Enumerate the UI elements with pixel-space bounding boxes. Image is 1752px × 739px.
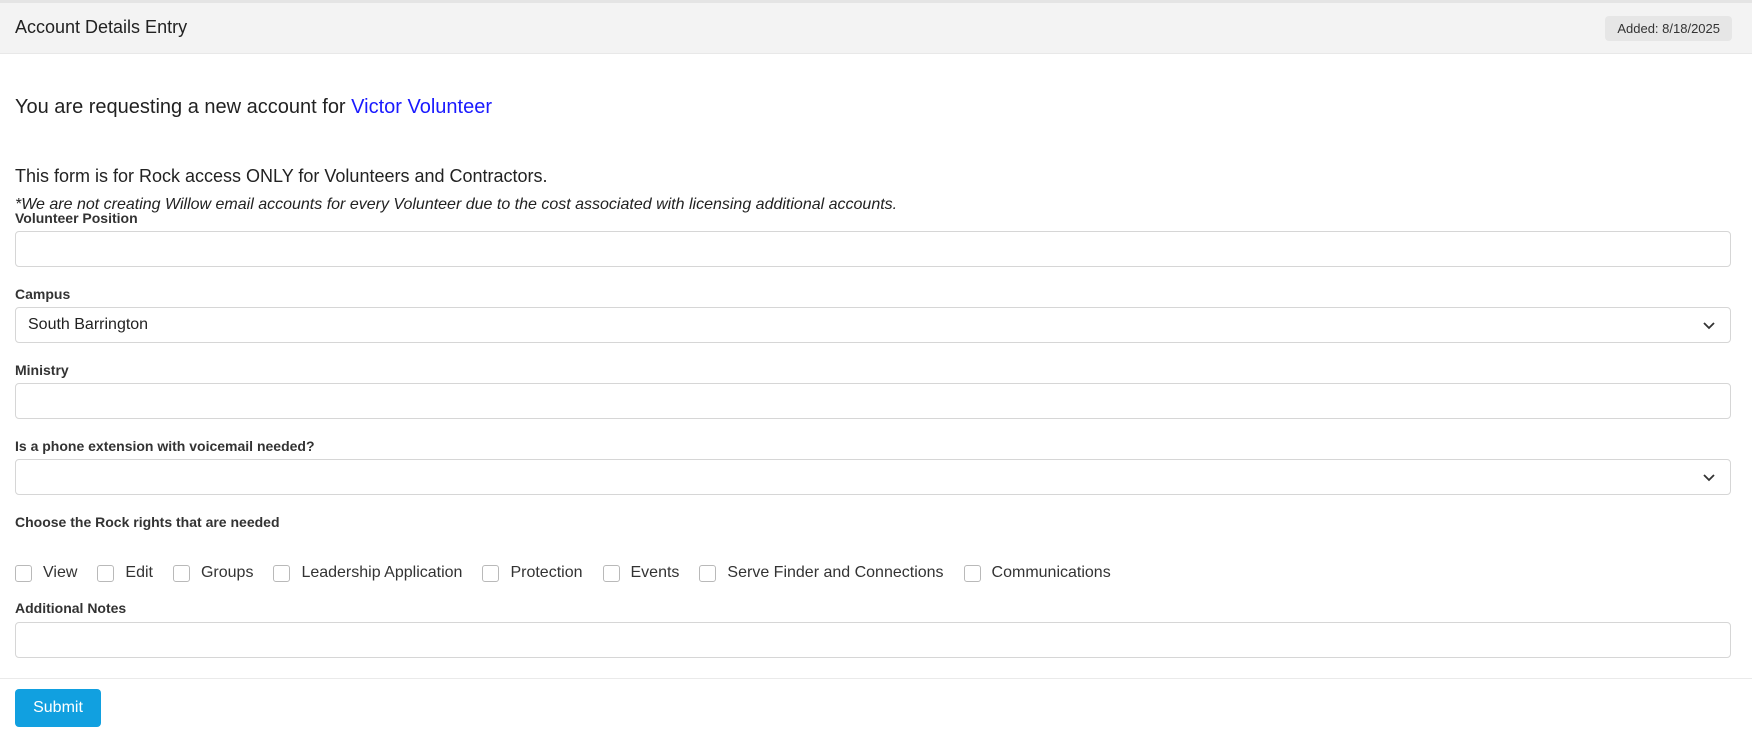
rights-communications-label: Communications xyxy=(991,564,1111,581)
campus-label: Campus xyxy=(15,286,71,302)
campus-select[interactable]: South Barrington xyxy=(15,307,1731,343)
rights-protection-checkbox[interactable] xyxy=(482,564,500,582)
phone-extension-select[interactable] xyxy=(15,459,1731,495)
volunteer-position-input[interactable] xyxy=(15,231,1731,267)
rights-events-label: Events xyxy=(630,564,680,581)
phone-extension-label: Is a phone extension with voicemail need… xyxy=(15,438,315,454)
email-account-note: *We are not creating Willow email accoun… xyxy=(15,196,898,213)
access-notice: This form is for Rock access ONLY for Vo… xyxy=(15,166,548,186)
ministry-label: Ministry xyxy=(15,362,69,378)
rights-option-edit[interactable]: Edit xyxy=(97,564,153,582)
panel-header: Account Details Entry Added: 8/18/2025 xyxy=(0,3,1752,54)
rights-option-communications[interactable]: Communications xyxy=(963,564,1111,582)
rights-groups-label: Groups xyxy=(200,564,254,581)
rights-communications-checkbox[interactable] xyxy=(963,564,981,582)
rights-edit-checkbox[interactable] xyxy=(97,564,115,582)
rights-leadership-application-checkbox[interactable] xyxy=(273,564,291,582)
chevron-down-icon xyxy=(1703,322,1715,330)
request-statement: You are requesting a new account for Vic… xyxy=(15,96,492,119)
request-prefix: You are requesting a new account for xyxy=(15,96,352,118)
account-details-panel: Account Details Entry Added: 8/18/2025 Y… xyxy=(0,0,1752,739)
additional-notes-input[interactable] xyxy=(15,622,1731,658)
rights-edit-label: Edit xyxy=(125,564,153,581)
rights-events-checkbox[interactable] xyxy=(602,564,620,582)
requested-person-name: Victor Volunteer xyxy=(351,96,492,118)
page-title: Account Details Entry xyxy=(15,17,188,37)
campus-selected-value: South Barrington xyxy=(28,316,149,333)
rights-option-events[interactable]: Events xyxy=(602,564,680,582)
rights-serve-finder-checkbox[interactable] xyxy=(699,564,717,582)
rights-option-protection[interactable]: Protection xyxy=(482,564,583,582)
rock-rights-checkbox-group: View Edit Groups Leadership Application … xyxy=(15,561,1111,585)
rights-leadership-application-label: Leadership Application xyxy=(301,564,463,581)
ministry-input[interactable] xyxy=(15,383,1731,419)
footer-divider xyxy=(0,678,1752,679)
rights-option-groups[interactable]: Groups xyxy=(172,564,254,582)
volunteer-position-label: Volunteer Position xyxy=(15,210,138,226)
rights-option-serve-finder[interactable]: Serve Finder and Connections xyxy=(699,564,944,582)
submit-button[interactable]: Submit xyxy=(15,689,101,727)
rights-protection-label: Protection xyxy=(510,564,583,581)
additional-notes-label: Additional Notes xyxy=(15,600,127,616)
added-date-badge: Added: 8/18/2025 xyxy=(1605,16,1732,41)
rights-option-view[interactable]: View xyxy=(15,564,77,582)
rock-rights-label: Choose the Rock rights that are needed xyxy=(15,514,280,530)
rights-option-leadership-application[interactable]: Leadership Application xyxy=(273,564,462,582)
rights-view-checkbox[interactable] xyxy=(15,564,32,582)
rights-serve-finder-label: Serve Finder and Connections xyxy=(727,564,944,581)
chevron-down-icon xyxy=(1703,474,1715,482)
rights-view-label: View xyxy=(43,564,78,581)
rights-groups-checkbox[interactable] xyxy=(172,564,190,582)
